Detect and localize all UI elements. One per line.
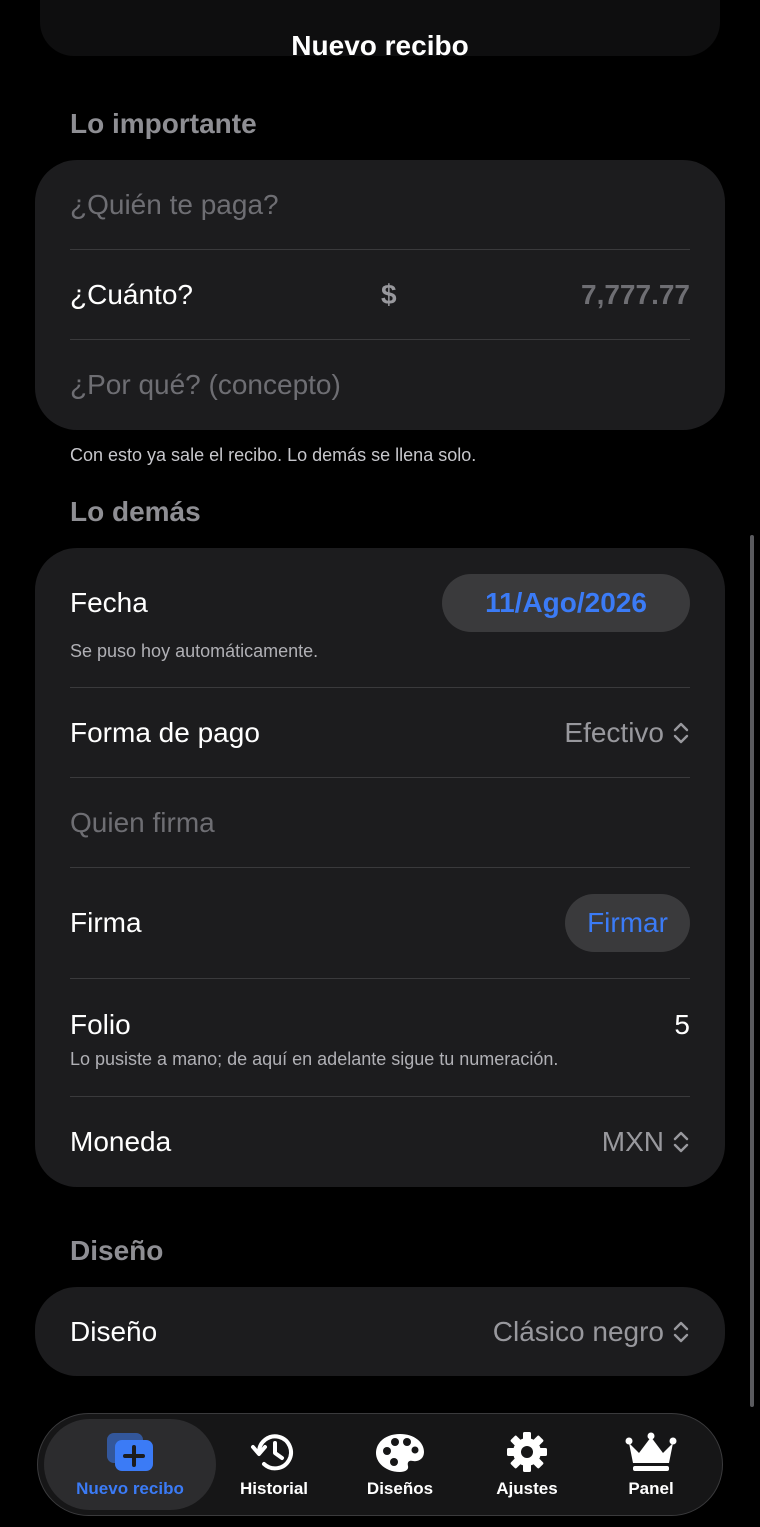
date-label: Fecha <box>70 587 148 618</box>
crown-icon <box>625 1432 677 1471</box>
tab-label: Panel <box>628 1478 674 1498</box>
currency-value: MXN <box>601 1126 664 1157</box>
chevron-up-down-icon <box>673 722 689 743</box>
currency-select[interactable]: MXN <box>602 1126 690 1158</box>
tab-settings[interactable]: Ajustes <box>468 1414 586 1515</box>
amount-label: ¿Cuánto? <box>70 278 193 310</box>
payment-method-value: Efectivo <box>564 716 664 748</box>
design-select[interactable]: Clásico negro <box>493 1316 690 1348</box>
concept-input[interactable]: ¿Por qué? (concepto) <box>70 369 341 401</box>
payment-method-row[interactable]: Forma de pago Efectivo <box>70 688 690 777</box>
folio-label: Folio <box>70 1009 131 1040</box>
payer-input[interactable]: ¿Quién te paga? <box>70 189 279 221</box>
tab-panel[interactable]: Panel <box>594 1414 708 1515</box>
tab-label: Diseños <box>366 1478 434 1498</box>
date-note: Se puso hoy automáticamente. <box>70 641 319 661</box>
tab-label: Historial <box>239 1478 309 1498</box>
scrollbar[interactable] <box>750 535 754 1407</box>
date-row: Fecha 11/Ago/2026 <box>70 573 690 633</box>
section-header-important: Lo importante <box>70 108 257 139</box>
signer-input[interactable]: Quien firma <box>70 807 215 839</box>
currency-symbol: $ <box>381 278 397 310</box>
payer-row[interactable]: ¿Quién te paga? <box>70 160 690 249</box>
design-value: Clásico negro <box>492 1315 664 1347</box>
section-header-design: Diseño <box>70 1235 164 1266</box>
payment-method-label: Forma de pago <box>70 716 260 748</box>
divider <box>70 978 690 979</box>
amount-input[interactable]: 7,777.77 <box>581 279 690 311</box>
gear-icon <box>507 1431 547 1472</box>
concept-row[interactable]: ¿Por qué? (concepto) <box>70 340 690 430</box>
new-receipt-icon <box>107 1432 153 1471</box>
design-label: Diseño <box>70 1315 158 1347</box>
payment-method-select[interactable]: Efectivo <box>564 717 690 749</box>
chevron-up-down-icon <box>673 1321 689 1342</box>
important-footnote: Con esto ya sale el recibo. Lo demás se … <box>70 445 477 465</box>
design-row[interactable]: Diseño Clásico negro <box>70 1287 690 1376</box>
folio-value[interactable]: 5 <box>674 1009 690 1041</box>
important-card: ¿Quién te paga? ¿Cuánto? $ 7,777.77 ¿Por… <box>35 160 725 430</box>
section-header-other: Lo demás <box>70 496 201 527</box>
signer-row[interactable]: Quien firma <box>70 778 690 867</box>
signature-row: Firma Firmar <box>70 868 690 978</box>
folio-note: Lo pusiste a mano; de aquí en adelante s… <box>70 1049 559 1069</box>
tab-history[interactable]: Historial <box>216 1414 332 1515</box>
history-icon <box>251 1433 293 1470</box>
currency-row[interactable]: Moneda MXN <box>70 1097 690 1187</box>
date-picker-button[interactable]: 11/Ago/2026 <box>442 574 690 632</box>
signature-label: Firma <box>70 907 142 938</box>
palette-icon <box>376 1433 424 1472</box>
tab-new-receipt[interactable]: Nuevo recibo <box>44 1414 216 1515</box>
page-title: Nuevo recibo <box>291 30 469 61</box>
tab-label: Nuevo recibo <box>76 1478 184 1498</box>
other-card: Fecha 11/Ago/2026 Se puso hoy automática… <box>35 548 725 1187</box>
tab-bar: Nuevo recibo Historial Diseños Ajustes P… <box>37 1413 723 1516</box>
sign-button[interactable]: Firmar <box>565 894 690 952</box>
chevron-up-down-icon <box>673 1131 689 1153</box>
currency-label: Moneda <box>70 1126 172 1157</box>
tab-label: Ajustes <box>496 1478 558 1498</box>
tab-designs[interactable]: Diseños <box>338 1414 462 1515</box>
design-card: Diseño Clásico negro <box>35 1287 725 1376</box>
folio-row[interactable]: Folio 5 <box>70 1000 690 1050</box>
amount-row[interactable]: ¿Cuánto? $ 7,777.77 <box>70 250 690 339</box>
